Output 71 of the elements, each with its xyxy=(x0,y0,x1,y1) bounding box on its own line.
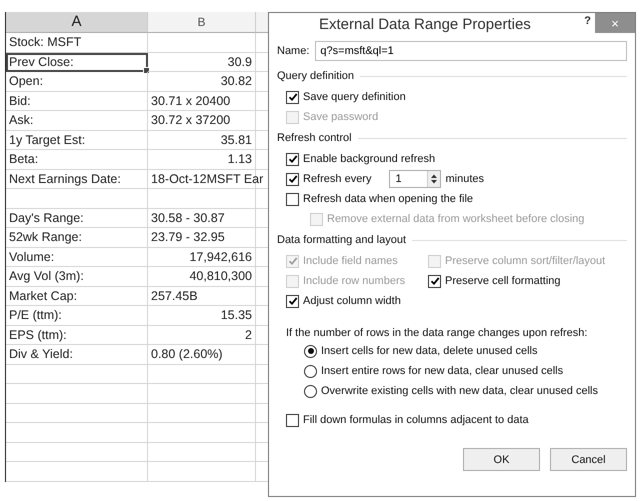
option-label: Refresh every xyxy=(303,173,372,185)
table-cell: Beta: xyxy=(6,150,148,170)
table-cell: 52wk Range: xyxy=(6,228,148,248)
option-label: Remove external data from worksheet before closing xyxy=(327,213,584,225)
option-label: Enable background refresh xyxy=(303,153,436,165)
number-spinner[interactable]: 1 xyxy=(389,170,442,188)
option-label: Preserve column sort/filter/layout xyxy=(445,255,606,267)
section-heading: Refresh control xyxy=(277,132,352,144)
checkbox[interactable] xyxy=(286,414,299,426)
table-cell: 18-Oct-12MSFT Ear xyxy=(151,172,264,186)
table-cell: Volume: xyxy=(6,248,148,267)
table-cell: Ask: xyxy=(6,111,148,130)
table-cell: 23.79 - 32.95 xyxy=(151,230,225,244)
field-label: Name: xyxy=(277,45,310,57)
checkbox[interactable] xyxy=(286,172,299,186)
option-label: Preserve cell formatting xyxy=(445,275,561,287)
table-cell: 30.71 x 20400 xyxy=(151,94,230,108)
option-label: Insert entire rows for new data, clear unused cells xyxy=(321,365,564,377)
option-label: Overwrite existing cells with new data, clear unused cells xyxy=(321,385,598,397)
table-cell: Next Earnings Date: xyxy=(6,170,148,189)
radio-button[interactable] xyxy=(304,344,317,358)
checkbox[interactable] xyxy=(286,294,299,308)
help-button[interactable]: ? xyxy=(580,15,595,27)
table-cell: 0.80 (2.60%) xyxy=(151,347,223,361)
table-cell: Market Cap: xyxy=(6,286,148,306)
table-cell: 30.9 xyxy=(228,54,252,68)
option-label: Save password xyxy=(303,111,378,123)
table-cell: EPS (ttm): xyxy=(6,326,148,345)
column-header[interactable]: A xyxy=(6,12,148,33)
radio-button[interactable] xyxy=(304,364,317,378)
option-label: Adjust column width xyxy=(303,295,401,307)
ok-button[interactable]: OK xyxy=(463,448,540,471)
option-label: Insert cells for new data, delete unused cells xyxy=(321,345,538,357)
table-cell: 2 xyxy=(245,328,252,342)
section-heading: Data formatting and layout xyxy=(277,234,406,246)
table-cell: 1y Target Est: xyxy=(6,130,148,150)
cancel-button[interactable]: Cancel xyxy=(550,448,627,471)
table-cell: 30.82 xyxy=(220,74,252,88)
option-label: Include row numbers xyxy=(303,275,406,287)
table-cell: 30.72 x 37200 xyxy=(151,113,230,127)
window-title: External Data Range Properties xyxy=(319,16,531,32)
table-cell: 257.45B xyxy=(151,288,198,302)
table-cell: 17,942,616 xyxy=(189,250,252,264)
table-cell: Avg Vol (3m): xyxy=(6,267,148,286)
option-label: Fill down formulas in columns adjacent to data xyxy=(303,414,529,426)
table-cell: Day's Range: xyxy=(6,208,148,228)
table-cell: 40,810,300 xyxy=(189,269,252,283)
table-cell: 35.81 xyxy=(220,132,252,146)
checkbox[interactable] xyxy=(286,90,299,104)
option-label: minutes xyxy=(445,173,484,185)
spinner-arrows-icon[interactable] xyxy=(427,171,440,187)
column-header[interactable]: B xyxy=(148,12,256,33)
table-cell: 1.13 xyxy=(228,152,252,166)
table-cell: Open: xyxy=(6,72,148,92)
table-cell: P/E (ttm): xyxy=(6,306,148,326)
table-cell: 30.58 - 30.87 xyxy=(151,210,225,224)
table-cell: Prev Close: xyxy=(6,52,148,72)
option-label: Refresh data when opening the file xyxy=(303,193,474,205)
table-cell: Div & Yield: xyxy=(6,345,148,364)
option-label: Include field names xyxy=(303,255,398,267)
name-field[interactable]: q?s=msft&ql=1 xyxy=(315,41,627,61)
checkbox[interactable] xyxy=(286,192,299,206)
option-label: Save query definition xyxy=(303,91,406,103)
checkbox[interactable] xyxy=(286,152,299,166)
table-cell: 15.35 xyxy=(220,308,252,322)
prompt-text: If the number of rows in the data range changes upon refresh: xyxy=(286,327,588,339)
table-cell: Stock: MSFT xyxy=(6,33,148,52)
radio-button[interactable] xyxy=(304,384,317,398)
table-cell: Bid: xyxy=(6,92,148,111)
checkbox[interactable] xyxy=(428,274,441,288)
section-heading: Query definition xyxy=(277,70,354,82)
